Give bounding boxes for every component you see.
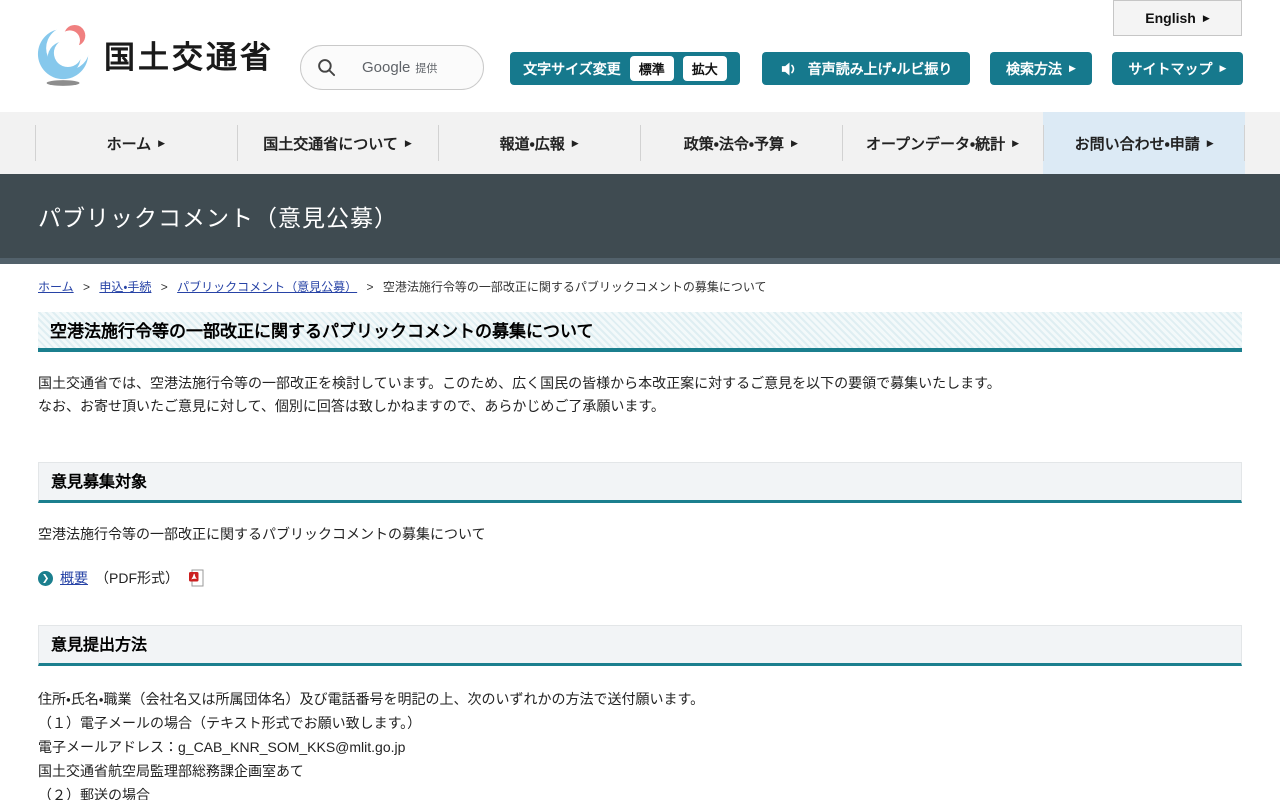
chevron-right-icon: ▶ [1069,63,1076,74]
method-line-4: 国土交通省航空局監理部総務課企画室あて [38,759,1242,783]
site-logo[interactable]: 国土交通省 [36,22,274,86]
page-title-band: パブリックコメント（意見公募） [0,174,1280,264]
breadcrumb-separator: > [83,280,90,294]
english-button[interactable]: English ▶ [1113,0,1242,36]
site-search-box[interactable]: Google 提供 [300,45,484,90]
chevron-right-icon: ▶ [1220,63,1227,74]
section-heading-submission-method: 意見提出方法 [38,625,1242,666]
chevron-right-icon: ▶ [158,138,165,149]
nav-item-label: 報道・広報 [500,133,565,154]
section-heading-comment-target: 意見募集対象 [38,462,1242,503]
circle-arrow-icon: ❯ [38,571,53,586]
sitemap-button[interactable]: サイトマップ ▶ [1112,52,1243,85]
nav-item-label: お問い合わせ・申請 [1075,133,1200,154]
nav-item-home[interactable]: ホーム ▶ [35,112,237,174]
breadcrumb-separator: > [161,280,168,294]
nav-item-label: 国土交通省について [263,133,398,154]
text-size-standard-button[interactable]: 標準 [630,56,674,81]
search-engine-label: Google [362,59,410,76]
chevron-right-icon: ▶ [1012,138,1019,149]
pdf-format-label: （PDF形式） [95,568,179,588]
intro-line-1: 国土交通省では、空港法施行令等の一部改正を検討しています。このため、広く国民の皆… [38,372,1242,395]
pdf-file-icon [188,569,204,587]
chevron-right-icon: ▶ [1207,138,1214,149]
breadcrumb-link-home[interactable]: ホーム [38,280,74,294]
nav-item-press[interactable]: 報道・広報 ▶ [438,112,640,174]
nav-item-label: ホーム [107,133,152,154]
english-label: English [1145,10,1196,26]
mlit-logo-icon [36,22,94,86]
submission-method-paragraph: 住所・氏名・職業（会社名又は所属団体名）及び電話番号を明記の上、次のいずれかの方… [38,687,1242,800]
method-line-3: 電子メールアドレス：g_CAB_KNR_SOM_KKS@mlit.go.jp [38,735,1242,759]
method-line-5: （２）郵送の場合 [38,783,1242,800]
intro-line-2: なお、お寄せ頂いたご意見に対して、個別に回答は致しかねますので、あらかじめご了承… [38,395,1242,418]
nav-item-policy[interactable]: 政策・法令・予算 ▶ [640,112,842,174]
text-size-enlarge-button[interactable]: 拡大 [683,56,727,81]
comment-target-body: 空港法施行令等の一部改正に関するパブリックコメントの募集について [38,524,1242,544]
method-line-2: （１）電子メールの場合（テキスト形式でお願い致します。） [38,711,1242,735]
search-provided-label: 提供 [415,60,437,76]
nav-item-open-data[interactable]: オープンデータ・統計 ▶ [842,112,1044,174]
chevron-right-icon: ▶ [572,138,579,149]
breadcrumb-current: 空港法施行令等の一部改正に関するパブリックコメントの募集について [383,280,767,294]
pdf-link-row: ❯ 概要 （PDF形式） [38,568,1242,588]
chevron-right-icon: ▶ [405,138,412,149]
nav-item-contact[interactable]: お問い合わせ・申請 ▶ [1043,112,1245,174]
site-header: 国土交通省 Google 提供 文字サイズ変更 標準 拡大 音声読み上げ・ルビ振… [0,0,1280,112]
sitemap-label: サイトマップ [1129,59,1213,79]
document-heading: 空港法施行令等の一部改正に関するパブリックコメントの募集について [38,312,1242,352]
intro-paragraph: 国土交通省では、空港法施行令等の一部改正を検討しています。このため、広く国民の皆… [38,372,1242,418]
voice-reading-label: 音声読み上げ・ルビ振り [808,59,953,79]
global-nav: ホーム ▶ 国土交通省について ▶ 報道・広報 ▶ 政策・法令・予算 ▶ オープ… [0,112,1280,174]
search-method-label: 検索方法 [1006,59,1062,79]
nav-item-label: オープンデータ・統計 [866,133,1005,154]
method-line-1: 住所・氏名・職業（会社名又は所属団体名）及び電話番号を明記の上、次のいずれかの方… [38,687,1242,711]
chevron-right-icon: ▶ [1203,13,1210,24]
speaker-icon [780,61,799,77]
nav-item-label: 政策・法令・予算 [684,133,784,154]
text-size-label: 文字サイズ変更 [523,59,621,79]
chevron-right-icon: ▶ [791,138,798,149]
breadcrumb-link-application[interactable]: 申込・手続 [99,280,151,294]
search-icon [317,58,336,77]
breadcrumb: ホーム > 申込・手続 > パブリックコメント（意見公募） > 空港法施行令等の… [38,278,1242,295]
search-method-button[interactable]: 検索方法 ▶ [990,52,1092,85]
overview-pdf-link[interactable]: 概要 [60,568,88,588]
page-title: パブリックコメント（意見公募） [38,199,398,233]
search-placeholder: Google 提供 [362,59,437,76]
nav-item-about-mlit[interactable]: 国土交通省について ▶ [237,112,439,174]
text-size-button-group: 文字サイズ変更 標準 拡大 [510,52,740,85]
content: ホーム > 申込・手続 > パブリックコメント（意見公募） > 空港法施行令等の… [0,264,1280,800]
voice-reading-button[interactable]: 音声読み上げ・ルビ振り [762,52,970,85]
breadcrumb-link-public-comment[interactable]: パブリックコメント（意見公募） [177,280,357,294]
site-name: 国土交通省 [104,32,274,77]
breadcrumb-separator: > [367,280,374,294]
